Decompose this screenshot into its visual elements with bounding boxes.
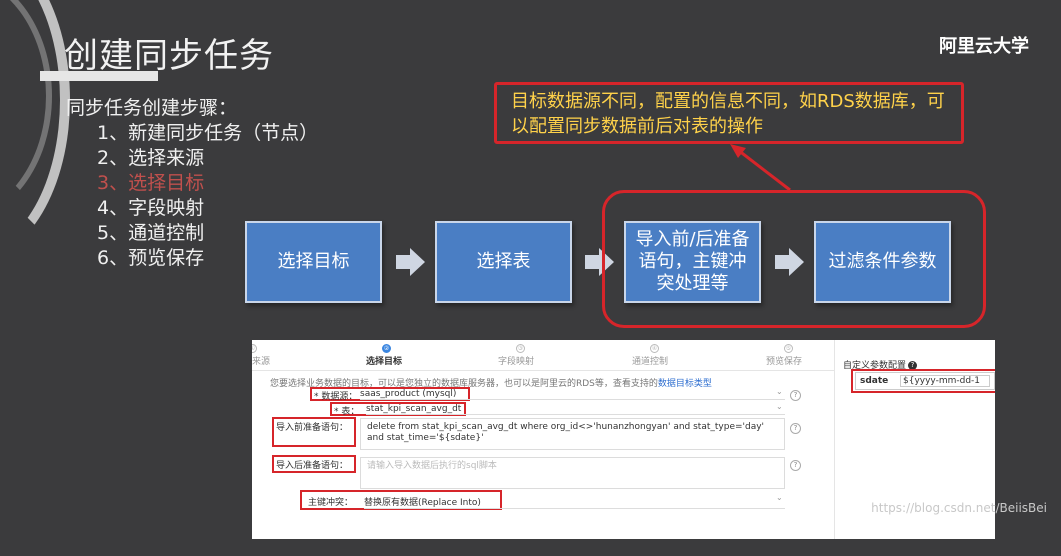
callout-text: 目标数据源不同，配置的信息不同，如RDS数据库，可以配置同步数据前后对表的操作 [511, 91, 945, 137]
tab-field-mapping[interactable]: 字段映射 [498, 354, 534, 367]
tab-step-icon-active: ② [382, 344, 391, 353]
table-label: * 表： [334, 407, 360, 417]
tab-preview-save[interactable]: 预览保存 [766, 354, 802, 367]
callout-box: 目标数据源不同，配置的信息不同，如RDS数据库，可以配置同步数据前后对表的操作 [494, 82, 964, 144]
slide-title: 创建同步任务 [64, 36, 274, 76]
conflict-select[interactable]: 替换原有数据(Replace Into) [364, 495, 785, 509]
title-underline [40, 71, 158, 81]
step-item: 4、字段映射 [97, 197, 205, 219]
datasource-label: * 数据源： [314, 392, 358, 402]
post-sql-textarea[interactable]: 请输入导入数据后执行的sql脚本 [360, 457, 785, 489]
step-item: 2、选择来源 [97, 147, 205, 169]
conflict-label: 主键冲突： [308, 498, 354, 508]
chevron-down-icon[interactable]: ⌄ [776, 493, 783, 502]
tab-channel-control[interactable]: 通道控制 [632, 354, 668, 367]
chevron-down-icon[interactable]: ⌄ [776, 387, 783, 396]
pre-sql-textarea[interactable]: delete from stat_kpi_scan_avg_dt where o… [360, 418, 785, 450]
tab-select-target[interactable]: 选择目标 [366, 354, 402, 367]
flow-step-select-table: 选择表 [435, 221, 572, 303]
step-item-active: 3、选择目标 [97, 172, 205, 194]
tab-source[interactable]: 来源 [252, 354, 270, 367]
datasource-select[interactable]: saas_product (mysql) [360, 389, 785, 400]
help-icon[interactable]: ? [790, 390, 801, 401]
flow-step-select-target: 选择目标 [245, 221, 382, 303]
watermark-text: https://blog.csdn.net/BeiisBei [871, 501, 1047, 515]
tab-step-icon: ⑤ [784, 344, 793, 353]
tab-step-icon: ③ [516, 344, 525, 353]
step-item: 1、新建同步任务（节点） [97, 122, 319, 144]
highlight-rounded-box [602, 190, 986, 328]
chevron-down-icon[interactable]: ⌄ [776, 402, 783, 411]
tab-step-icon: ④ [650, 344, 659, 353]
hint-link[interactable]: 数据目标类型 [658, 379, 712, 389]
help-icon[interactable]: ? [790, 423, 801, 434]
slide: 创建同步任务 阿里云大学 同步任务创建步骤： 1、新建同步任务（节点） 2、选择… [0, 0, 1061, 556]
brand-logo-text: 阿里云大学 [939, 36, 1029, 57]
wizard-tabs: ① 来源 ② 选择目标 ③ 字段映射 ④ 通道控制 ⑤ 预览保存 [252, 340, 834, 371]
help-icon[interactable]: ? [790, 460, 801, 471]
steps-heading: 同步任务创建步骤： [66, 97, 238, 119]
pre-sql-label: 导入前准备语句： [276, 423, 349, 433]
post-sql-label: 导入后准备语句： [276, 461, 349, 471]
param-highlight [851, 369, 995, 393]
tab-step-icon: ① [252, 344, 257, 353]
table-select[interactable]: stat_kpi_scan_avg_dt [366, 404, 785, 415]
